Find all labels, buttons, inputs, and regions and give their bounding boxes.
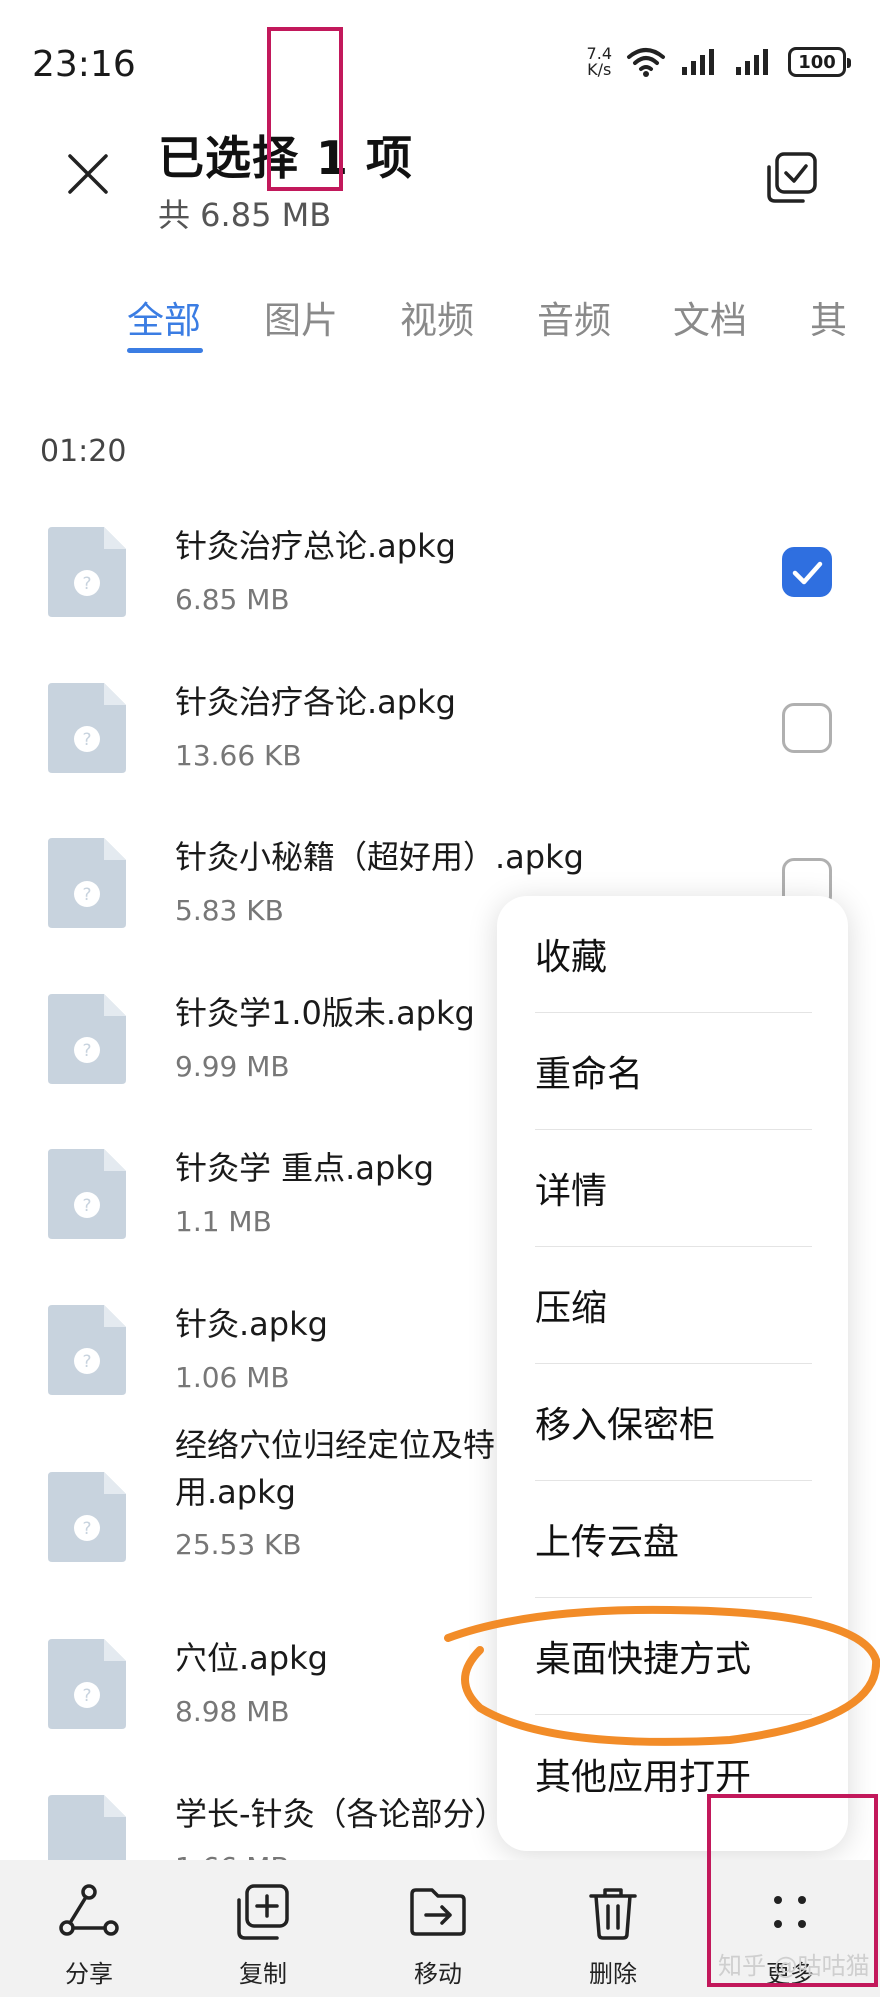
unknown-file-icon: ? bbox=[48, 1472, 126, 1562]
file-size: 1.06 MB bbox=[175, 1361, 290, 1394]
annotation-circle bbox=[444, 1605, 880, 1746]
battery-indicator: 100 bbox=[788, 47, 851, 77]
file-name: 经络穴位归经定位及特 bbox=[175, 1426, 496, 1464]
svg-text:?: ? bbox=[82, 1041, 91, 1061]
tab-other[interactable]: 其 bbox=[810, 290, 847, 344]
file-size: 1.1 MB bbox=[175, 1205, 272, 1238]
status-time: 23:16 bbox=[32, 44, 136, 85]
tab-audio[interactable]: 音频 bbox=[537, 290, 611, 344]
copy-label: 复制 bbox=[239, 1960, 287, 1988]
file-size: 6.85 MB bbox=[175, 583, 290, 616]
tab-videos[interactable]: 视频 bbox=[400, 290, 474, 344]
file-name-line2: 用.apkg bbox=[175, 1473, 296, 1511]
unknown-file-icon: ? bbox=[48, 1639, 126, 1729]
svg-text:?: ? bbox=[82, 885, 91, 905]
annotation-highlight-box bbox=[267, 27, 343, 191]
share-label: 分享 bbox=[65, 1960, 113, 1988]
selection-size: 共 6.85 MB bbox=[158, 196, 332, 234]
move-button[interactable]: 移动 bbox=[373, 1860, 503, 1997]
unknown-file-icon: ? bbox=[48, 1149, 126, 1239]
close-button[interactable] bbox=[60, 146, 116, 202]
file-name: 穴位.apkg bbox=[175, 1639, 328, 1677]
time-group-label: 01:20 bbox=[40, 434, 127, 469]
category-tabs: 全部 图片 视频 音频 文档 其 bbox=[0, 282, 880, 362]
file-item[interactable]: ? 针灸治疗各论.apkg 13.66 KB bbox=[0, 683, 880, 833]
share-icon bbox=[59, 1884, 119, 1936]
tab-all[interactable]: 全部 bbox=[127, 290, 201, 344]
select-all-button[interactable] bbox=[760, 146, 824, 210]
tab-documents[interactable]: 文档 bbox=[673, 290, 747, 344]
menu-item-details[interactable]: 详情 bbox=[535, 1130, 812, 1247]
file-size: 1.66 MB bbox=[175, 1851, 290, 1860]
svg-text:?: ? bbox=[82, 1352, 91, 1372]
file-checkbox[interactable] bbox=[782, 703, 832, 753]
checkmark-icon bbox=[792, 561, 823, 585]
move-icon bbox=[410, 1888, 466, 1936]
file-name: 针灸治疗总论.apkg bbox=[175, 527, 456, 565]
menu-item-rename[interactable]: 重命名 bbox=[535, 1013, 812, 1130]
tab-images[interactable]: 图片 bbox=[264, 290, 338, 344]
file-name: 针灸小秘籍（超好用）.apkg bbox=[175, 838, 584, 876]
menu-item-upload-cloud[interactable]: 上传云盘 bbox=[535, 1481, 812, 1598]
unknown-file-icon: ? bbox=[48, 527, 126, 617]
file-size: 5.83 KB bbox=[175, 894, 284, 927]
svg-text:?: ? bbox=[82, 574, 91, 594]
cellular-signal-icon-2 bbox=[736, 49, 768, 75]
svg-text:?: ? bbox=[82, 1519, 91, 1539]
share-button[interactable]: 分享 bbox=[24, 1860, 154, 1997]
file-size: 9.99 MB bbox=[175, 1050, 290, 1083]
file-name: 学长-针灸（各论部分） bbox=[175, 1795, 507, 1833]
file-size: 13.66 KB bbox=[175, 739, 302, 772]
delete-label: 删除 bbox=[589, 1960, 637, 1988]
menu-item-favorite[interactable]: 收藏 bbox=[535, 896, 812, 1013]
unknown-file-icon: ? bbox=[48, 994, 126, 1084]
menu-item-compress[interactable]: 压缩 bbox=[535, 1247, 812, 1364]
file-name: 针灸学 重点.apkg bbox=[175, 1149, 435, 1187]
delete-button[interactable]: 删除 bbox=[548, 1860, 678, 1997]
file-checkbox[interactable] bbox=[782, 547, 832, 597]
close-icon bbox=[68, 154, 108, 194]
move-label: 移动 bbox=[414, 1960, 462, 1988]
menu-item-move-to-safe[interactable]: 移入保密柜 bbox=[535, 1364, 812, 1481]
file-name: 针灸治疗各论.apkg bbox=[175, 683, 456, 721]
unknown-file-icon: ? bbox=[48, 838, 126, 928]
cellular-signal-icon bbox=[682, 49, 714, 75]
file-size: 8.98 MB bbox=[175, 1695, 290, 1728]
status-bar: 23:16 7.4 K/s 100 bbox=[0, 0, 880, 120]
copy-icon bbox=[237, 1884, 289, 1940]
unknown-file-icon: ? bbox=[48, 1305, 126, 1395]
file-item[interactable]: ? 针灸治疗总论.apkg 6.85 MB bbox=[0, 527, 880, 677]
file-name: 针灸学1.0版未.apkg bbox=[175, 994, 475, 1032]
file-size: 25.53 KB bbox=[175, 1528, 302, 1561]
delete-icon bbox=[589, 1888, 637, 1940]
copy-button[interactable]: 复制 bbox=[198, 1860, 328, 1997]
status-icons: 7.4 K/s 100 bbox=[586, 44, 851, 79]
unknown-file-icon: ? bbox=[48, 683, 126, 773]
wifi-icon bbox=[627, 48, 665, 77]
annotation-highlight-box bbox=[707, 1794, 878, 1987]
file-name: 针灸.apkg bbox=[175, 1305, 328, 1343]
svg-text:?: ? bbox=[82, 730, 91, 750]
svg-text:?: ? bbox=[82, 1196, 91, 1216]
svg-text:?: ? bbox=[82, 1686, 91, 1706]
network-speed: 7.4 K/s bbox=[586, 44, 612, 79]
select-all-icon bbox=[767, 152, 817, 203]
active-tab-indicator bbox=[127, 348, 203, 353]
unknown-file-icon bbox=[48, 1795, 126, 1860]
